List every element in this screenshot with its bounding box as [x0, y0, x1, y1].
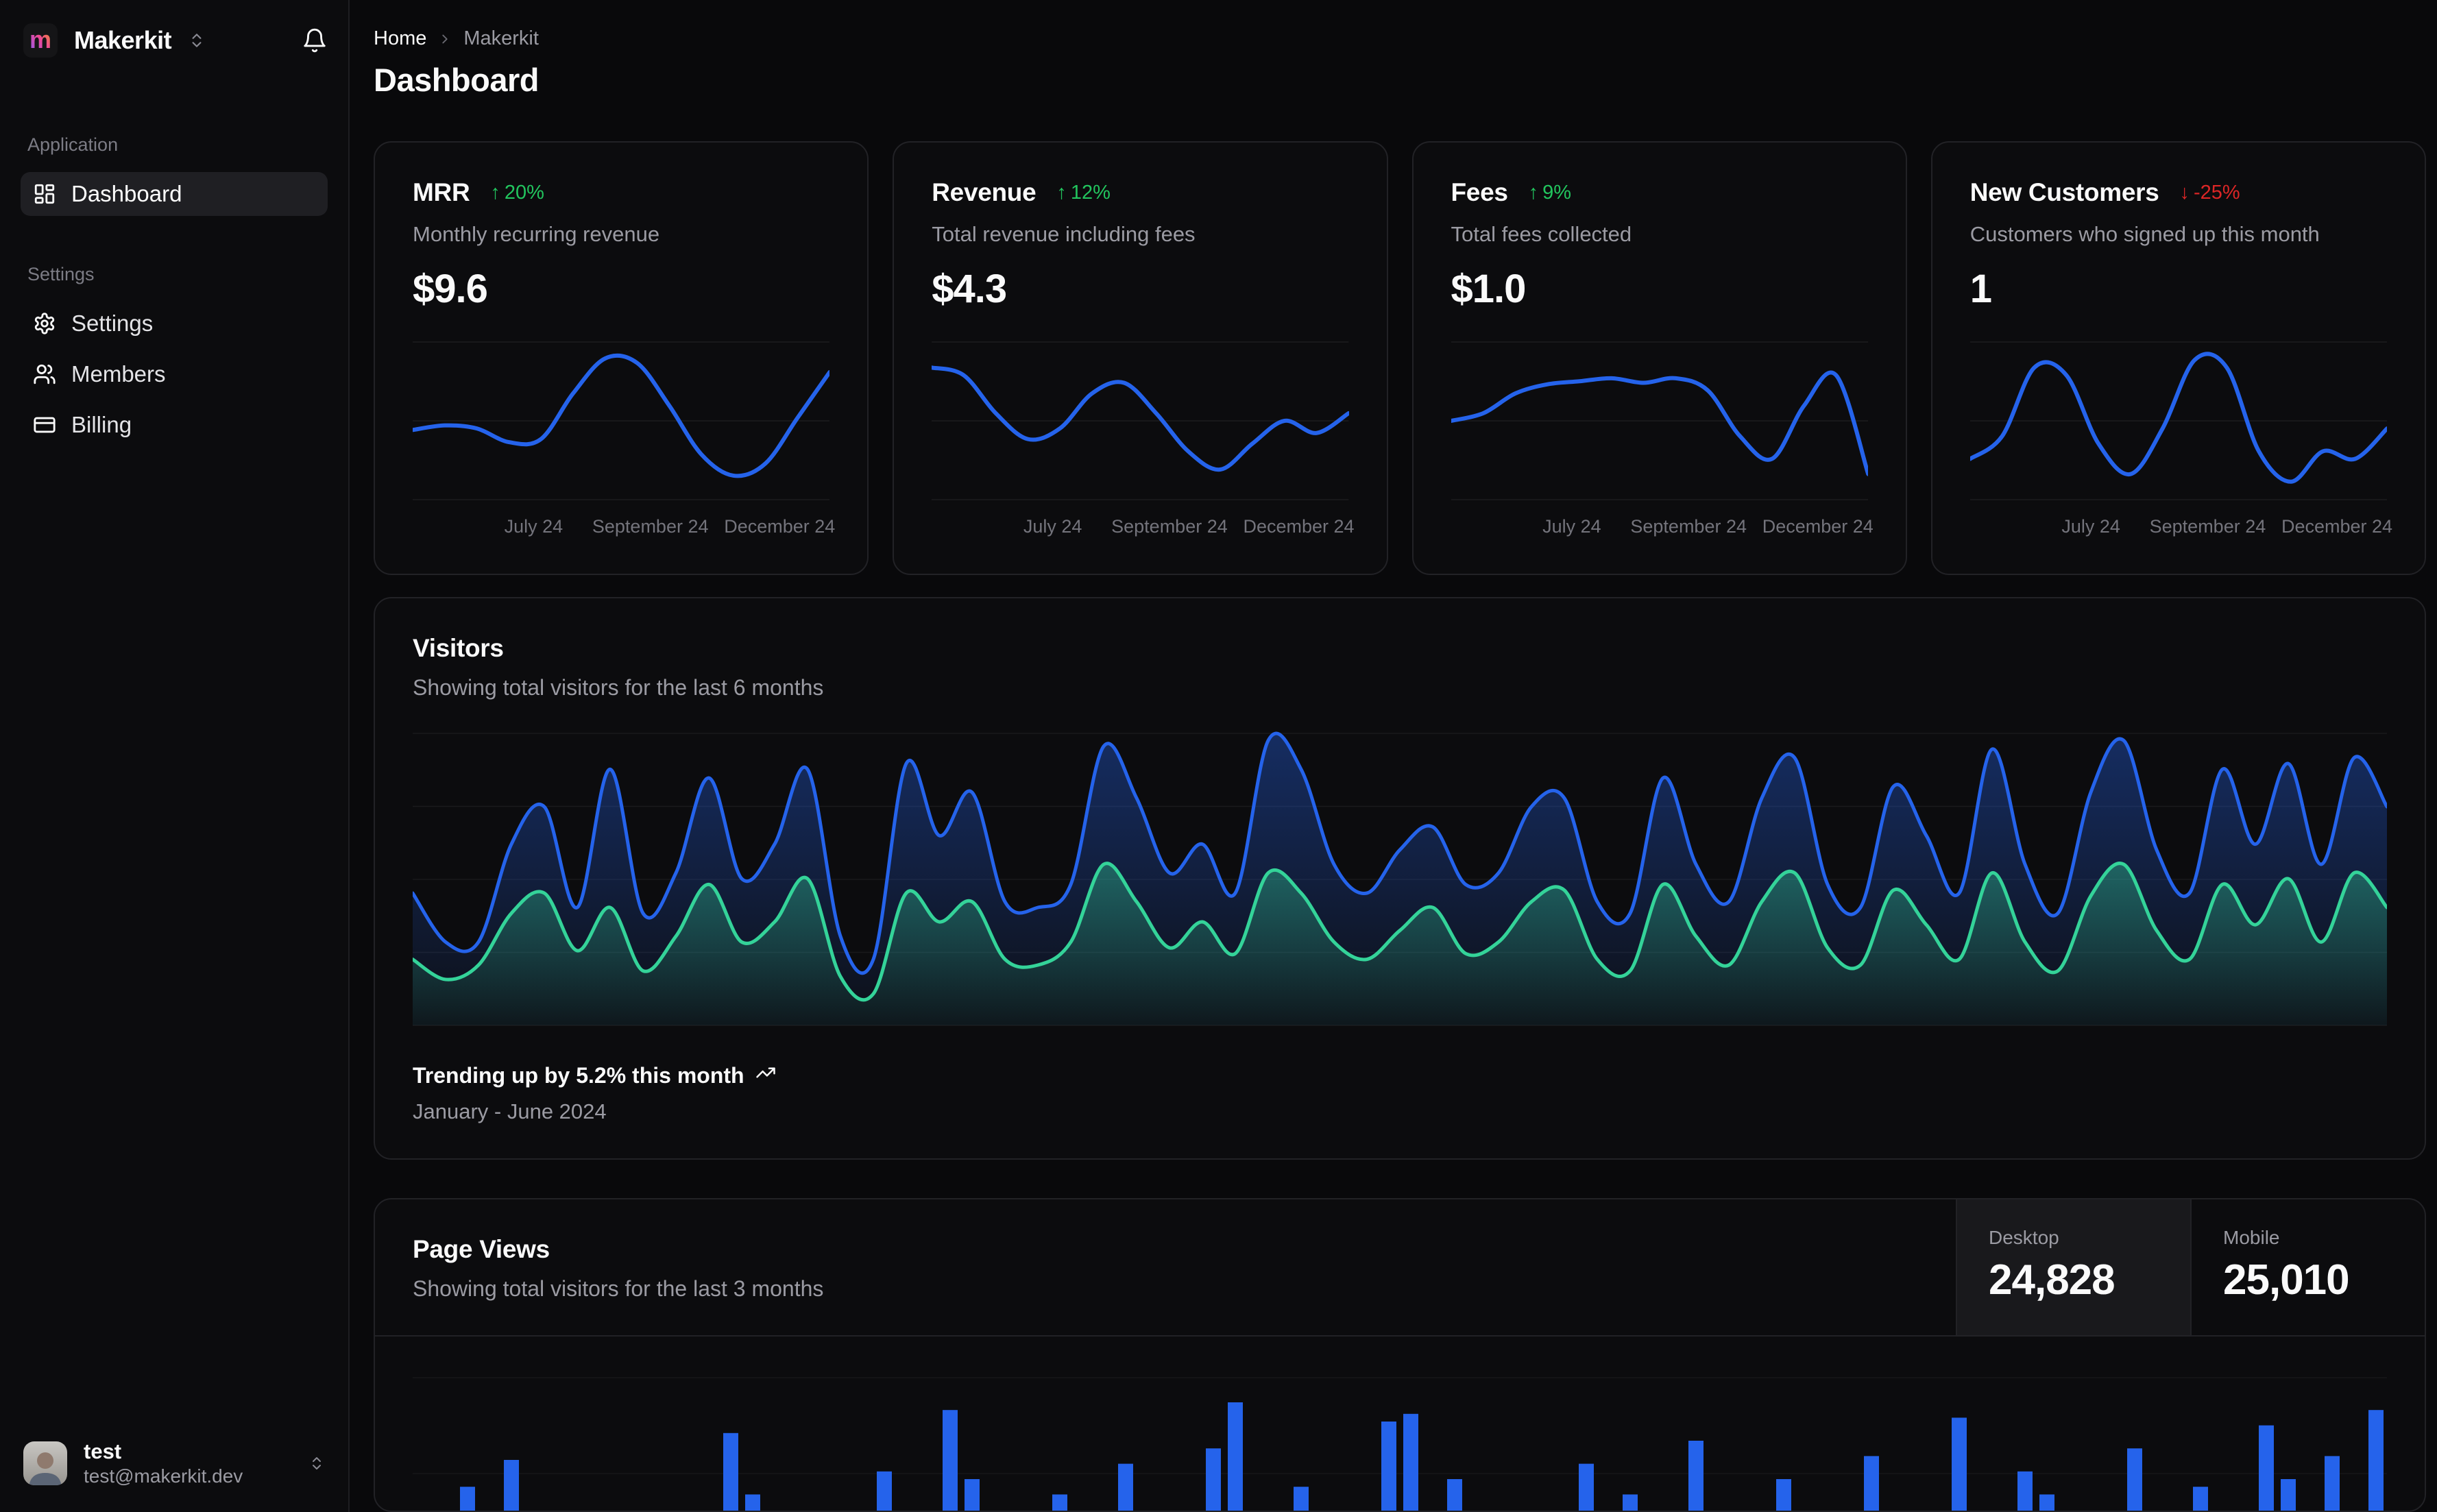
nav-section-settings: Settings [27, 264, 95, 284]
layout-dashboard-icon [33, 182, 56, 206]
stat-card-mrr: MRR ↑ 20% Monthly recurring revenue $9.6 … [374, 141, 869, 575]
sidebar: m Makerkit Application Dashboard Setting… [0, 0, 350, 1512]
sparkline-chart-fees: July 24 September 24 December 24 [1451, 335, 1874, 546]
trending-up-icon [755, 1062, 776, 1088]
chevrons-up-down-icon [188, 32, 206, 49]
stat-card-revenue: Revenue ↑ 12% Total revenue including fee… [893, 141, 1388, 575]
sidebar-item-dashboard[interactable]: Dashboard [21, 172, 328, 216]
visitors-subtitle: Showing total visitors for the last 6 mo… [413, 675, 824, 700]
stat-description: Customers who signed up this month [1969, 222, 2320, 246]
stat-description: Monthly recurring revenue [413, 222, 660, 246]
bell-icon[interactable] [302, 27, 328, 53]
breadcrumb-home-link[interactable]: Home [374, 27, 426, 50]
stat-title: New Customers [1969, 178, 2159, 206]
sparkline-x-labels: July 24 September 24 December 24 [1023, 516, 1355, 537]
page-views-bar-chart [375, 1337, 2425, 1511]
mobile-total: 25,010 [2223, 1256, 2350, 1304]
stat-card-fees: Fees ↑ 9% Total fees collected $1.0 July … [1411, 141, 1907, 575]
trend-badge: ↑ 12% [1056, 181, 1111, 204]
stat-cards-row: MRR ↑ 20% Monthly recurring revenue $9.6 … [374, 141, 2426, 575]
arrow-down-icon: ↓ [2179, 181, 2190, 204]
chevron-right-icon [437, 32, 452, 47]
sidebar-item-label: Members [71, 361, 166, 387]
toggle-mobile[interactable]: Mobile 25,010 [2190, 1199, 2425, 1335]
stat-value: $9.6 [413, 267, 488, 311]
gear-icon [33, 312, 56, 335]
page-views-title: Page Views [413, 1235, 550, 1263]
user-menu[interactable]: test test@makerkit.dev [21, 1435, 328, 1491]
sidebar-item-billing[interactable]: Billing [21, 403, 328, 447]
visitors-range-text: January - June 2024 [413, 1099, 607, 1123]
sidebar-item-label: Settings [71, 310, 154, 336]
desktop-total: 24,828 [1989, 1256, 2115, 1304]
workspace-name: Makerkit [74, 26, 172, 54]
toggle-desktop[interactable]: Desktop 24,828 [1956, 1199, 2190, 1335]
stat-title: MRR [413, 178, 470, 206]
user-email: test@makerkit.dev [84, 1465, 243, 1487]
visitors-area-chart [413, 728, 2387, 1029]
page-views-card: Page Views Showing total visitors for th… [374, 1198, 2426, 1512]
sparkline-chart-mrr: July 24 September 24 December 24 [413, 335, 836, 546]
sparkline-chart-new-customers: July 24 September 24 December 24 [1969, 335, 2393, 546]
page-views-subtitle: Showing total visitors for the last 3 mo… [413, 1276, 824, 1301]
sparkline-chart-revenue: July 24 September 24 December 24 [932, 335, 1355, 546]
main-content: Home Makerkit Dashboard MRR ↑ 20% Monthly… [350, 0, 2437, 1512]
sidebar-item-settings[interactable]: Settings [21, 302, 328, 345]
stat-value: 1 [1969, 267, 1992, 311]
user-avatar [23, 1441, 67, 1485]
trend-badge: ↑ 20% [490, 181, 544, 204]
workspace-selector[interactable]: m Makerkit [21, 23, 328, 58]
sparkline-x-labels: July 24 September 24 December 24 [2061, 516, 2393, 537]
nav-section-application: Application [27, 134, 119, 155]
users-icon [33, 363, 56, 386]
stat-title: Revenue [932, 178, 1036, 206]
stat-description: Total revenue including fees [932, 222, 1196, 246]
sidebar-item-label: Dashboard [71, 181, 182, 206]
arrow-up-icon: ↑ [1528, 181, 1539, 204]
stat-description: Total fees collected [1451, 222, 1632, 246]
stat-title: Fees [1451, 178, 1508, 206]
makerkit-logo: m [23, 23, 58, 58]
visitors-trend-text: Trending up by 5.2% this month [413, 1062, 744, 1088]
svg-text:m: m [29, 25, 51, 53]
arrow-up-icon: ↑ [490, 181, 500, 204]
sparkline-x-labels: July 24 September 24 December 24 [504, 516, 836, 537]
sidebar-item-label: Billing [71, 412, 132, 437]
visitors-card: Visitors Showing total visitors for the … [374, 597, 2426, 1160]
stat-value: $1.0 [1451, 267, 1527, 311]
visitors-title: Visitors [413, 634, 504, 662]
sidebar-item-members[interactable]: Members [21, 352, 328, 396]
chevrons-up-down-icon [308, 1455, 325, 1472]
breadcrumb: Home Makerkit [374, 27, 2426, 50]
arrow-up-icon: ↑ [1056, 181, 1067, 204]
user-name: test [84, 1439, 122, 1464]
sidebar-nav: Application Dashboard Settings Settings … [21, 134, 328, 454]
trend-badge: ↓ -25% [2179, 181, 2240, 204]
stat-card-new-customers: New Customers ↓ -25% Customers who signed… [1930, 141, 2426, 575]
trend-badge: ↑ 9% [1528, 181, 1572, 204]
credit-card-icon [33, 413, 56, 437]
sparkline-x-labels: July 24 September 24 December 24 [1542, 516, 1874, 537]
breadcrumb-current[interactable]: Makerkit [463, 27, 539, 50]
page-title: Dashboard [374, 62, 539, 98]
stat-value: $4.3 [932, 267, 1007, 311]
